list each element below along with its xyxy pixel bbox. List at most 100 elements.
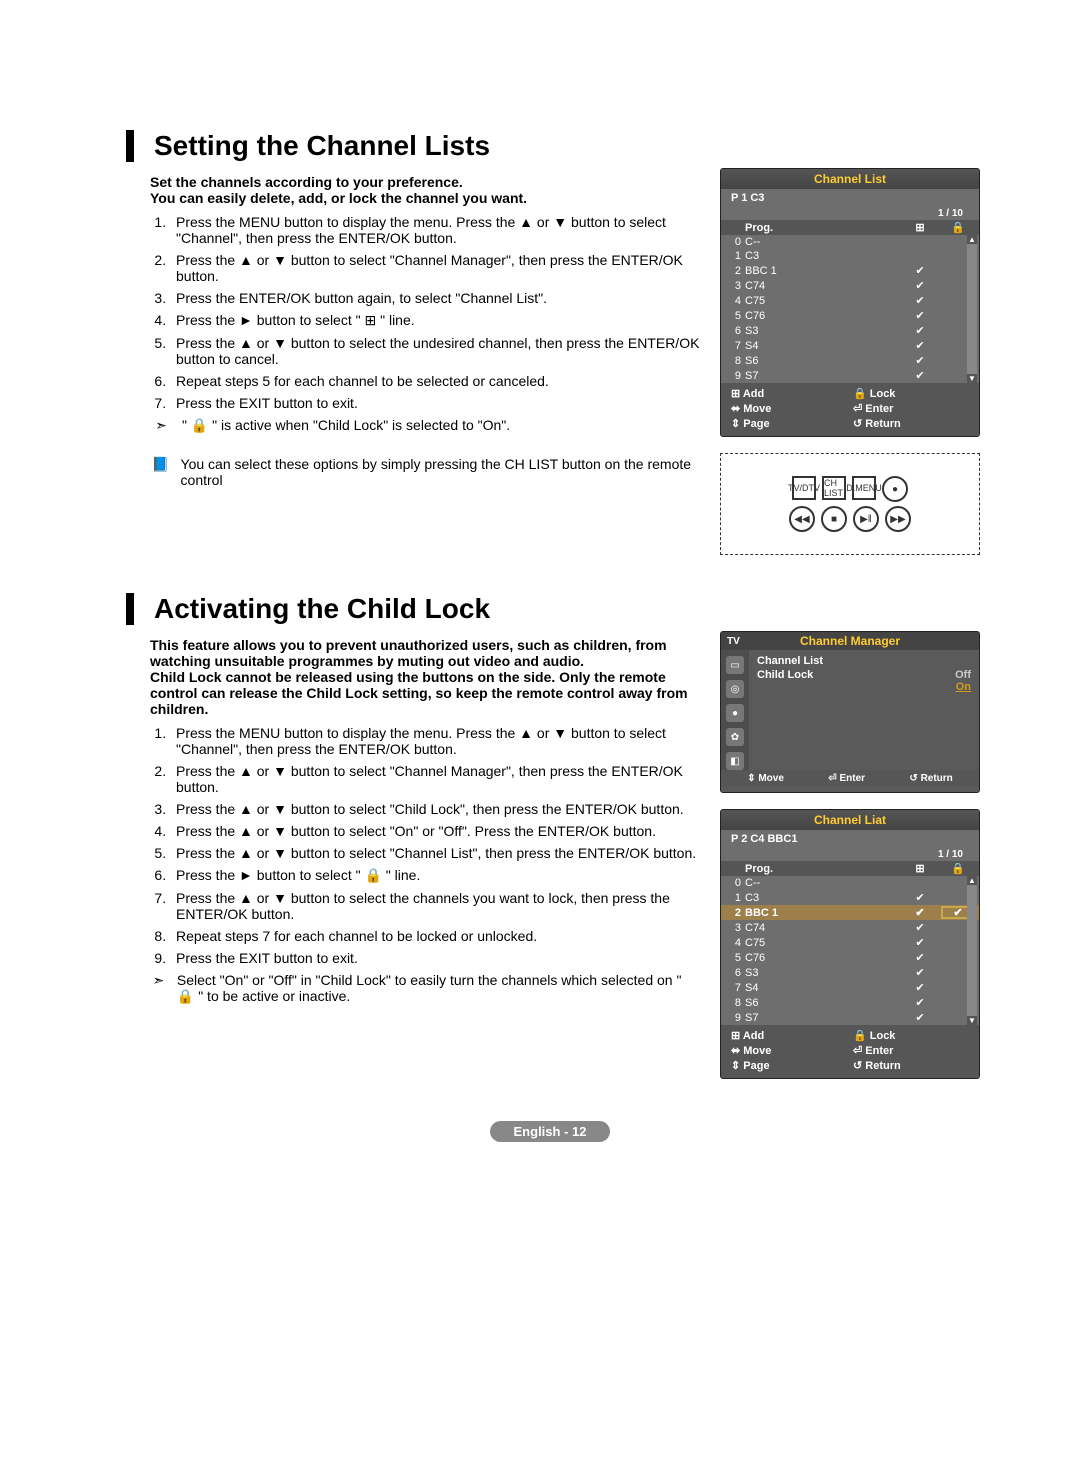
table-row[interactable]: 4C75✔ (721, 935, 979, 950)
scroll-down-icon[interactable]: ▼ (967, 374, 977, 383)
remote-play-button[interactable]: ▶‖ (853, 506, 879, 532)
row-add: ✔ (903, 279, 937, 292)
row-name: BBC 1 (745, 265, 899, 277)
table-row[interactable]: 0C-- (721, 235, 979, 249)
row-name: C3 (745, 250, 899, 262)
s2-step-9: Press the EXIT button to exit. (170, 950, 700, 966)
row-name: S6 (745, 355, 899, 367)
table-row[interactable]: 5C76✔ (721, 950, 979, 965)
osd1-current: P 1 C3 (731, 192, 764, 204)
table-row[interactable]: 1C3 (721, 249, 979, 263)
mgr-opt-off[interactable]: Off (955, 669, 971, 681)
mgr-cmd-enter: ⏎ Enter (828, 773, 865, 784)
remote-ff-button[interactable]: ▶▶ (885, 506, 911, 532)
row-num: 3 (725, 922, 741, 934)
table-row[interactable]: 3C74✔ (721, 920, 979, 935)
cmd-move: ⬌ Move (731, 1044, 847, 1057)
osd2-current: P 2 C4 BBC1 (731, 833, 797, 845)
row-add: ✔ (903, 966, 937, 979)
mgr-item-channel-list[interactable]: Channel List (757, 654, 971, 668)
scroll-up-icon[interactable]: ▲ (967, 876, 977, 885)
arrow-icon: ➣ (150, 972, 167, 1005)
table-row[interactable]: 2BBC 1✔ (721, 263, 979, 278)
row-name: C74 (745, 922, 899, 934)
section1-title: Setting the Channel Lists (126, 130, 980, 162)
remote-rew-button[interactable]: ◀◀ (789, 506, 815, 532)
remote-dmenu-button[interactable]: D.MENU (852, 476, 876, 500)
table-row[interactable]: 7S4✔ (721, 338, 979, 353)
remote-tvdtv-button[interactable]: TV/DTV (792, 476, 816, 500)
row-num: 8 (725, 355, 741, 367)
row-add: ✔ (903, 294, 937, 307)
s2-note: ➣ Select "On" or "Off" in "Child Lock" t… (150, 972, 700, 1005)
s2-step-4: Press the ▲ or ▼ button to select "On" o… (170, 823, 700, 839)
mgr-opt-on[interactable]: On (956, 681, 971, 693)
osd2-rows: 0C--1C3✔2BBC 1✔✔3C74✔4C75✔5C76✔6S3✔7S4✔8… (721, 876, 979, 1025)
s1-step-3: Press the ENTER/OK button again, to sele… (170, 290, 700, 306)
scroll-up-icon[interactable]: ▲ (967, 235, 977, 244)
mgr-icon-2: ◎ (726, 680, 744, 698)
mgr-sidebar-icons: ▭ ◎ ● ✿ ◧ (721, 650, 749, 770)
table-row[interactable]: 5C76✔ (721, 308, 979, 323)
s2-step-2: Press the ▲ or ▼ button to select "Chann… (170, 763, 700, 795)
mgr-item-child-lock[interactable]: Child Lock Off On (757, 668, 971, 694)
cmd-return: ↺ Return (853, 1059, 969, 1072)
row-add: ✔ (903, 369, 937, 382)
mgr-item-label: Child Lock (757, 669, 813, 693)
table-row[interactable]: 9S7✔ (721, 368, 979, 383)
row-add: ✔ (903, 1011, 937, 1024)
row-add: ✔ (903, 951, 937, 964)
row-add: ✔ (903, 264, 937, 277)
table-row[interactable]: 7S4✔ (721, 980, 979, 995)
row-num: 9 (725, 370, 741, 382)
intro-line2: You can easily delete, add, or lock the … (150, 190, 700, 206)
s1-step-5: Press the ▲ or ▼ button to select the un… (170, 335, 700, 367)
row-add: ✔ (903, 339, 937, 352)
section1-steps: Press the MENU button to display the men… (120, 214, 700, 411)
row-name: S6 (745, 997, 899, 1009)
row-name: C76 (745, 952, 899, 964)
table-row[interactable]: 8 S6 ✔ (721, 995, 979, 1010)
table-row[interactable]: 6S3✔ (721, 323, 979, 338)
row-name: C74 (745, 280, 899, 292)
remote-chlist-button[interactable]: CH LIST (822, 476, 846, 500)
table-row[interactable]: 9S7✔ (721, 1010, 979, 1025)
row-add: ✔ (903, 996, 937, 1009)
s2-step-1: Press the MENU button to display the men… (170, 725, 700, 757)
row-name: S3 (745, 325, 899, 337)
section1-left: Set the channels according to your prefe… (120, 168, 700, 567)
remote-rec-button[interactable]: ● (882, 476, 908, 502)
row-num: 8 (725, 997, 741, 1009)
table-row[interactable]: 2BBC 1✔✔ (721, 905, 979, 920)
row-num: 4 (725, 295, 741, 307)
lock-col-icon: 🔒 (941, 862, 975, 875)
table-row[interactable]: 8 S6 ✔ (721, 353, 979, 368)
row-name: BBC 1 (745, 907, 899, 919)
osd2-scrollbar[interactable]: ▲▼ (967, 876, 977, 1025)
table-row[interactable]: 3 C74 ✔ (721, 278, 979, 293)
table-row[interactable]: 1C3✔ (721, 890, 979, 905)
cmd-page: ⇕ Page (731, 417, 847, 430)
osd1-hdr-prog: Prog. (745, 222, 899, 234)
osd-channel-manager: TV Channel Manager ▭ ◎ ● ✿ ◧ Channel Li (720, 631, 980, 793)
s2-step-3: Press the ▲ or ▼ button to select "Child… (170, 801, 700, 817)
section2-left: This feature allows you to prevent unaut… (120, 631, 700, 1095)
remote-stop-button[interactable]: ■ (821, 506, 847, 532)
row-name: C3 (745, 892, 899, 904)
row-add: ✔ (903, 354, 937, 367)
mgr-icon-5: ◧ (726, 752, 744, 770)
row-num: 3 (725, 280, 741, 292)
osd1-title: Channel List (721, 169, 979, 189)
remote-icon: 📘 (150, 456, 171, 488)
row-add: ✔ (903, 906, 937, 919)
row-num: 1 (725, 892, 741, 904)
scroll-down-icon[interactable]: ▼ (967, 1016, 977, 1025)
table-row[interactable]: 4C75✔ (721, 293, 979, 308)
table-row[interactable]: 0C-- (721, 876, 979, 890)
osd1-scrollbar[interactable]: ▲▼ (967, 235, 977, 383)
row-num: 0 (725, 236, 741, 248)
cmd-add: ⊞ Add (731, 1029, 847, 1042)
table-row[interactable]: 6S3✔ (721, 965, 979, 980)
mgr-icon-3: ● (726, 704, 744, 722)
row-name: C75 (745, 937, 899, 949)
